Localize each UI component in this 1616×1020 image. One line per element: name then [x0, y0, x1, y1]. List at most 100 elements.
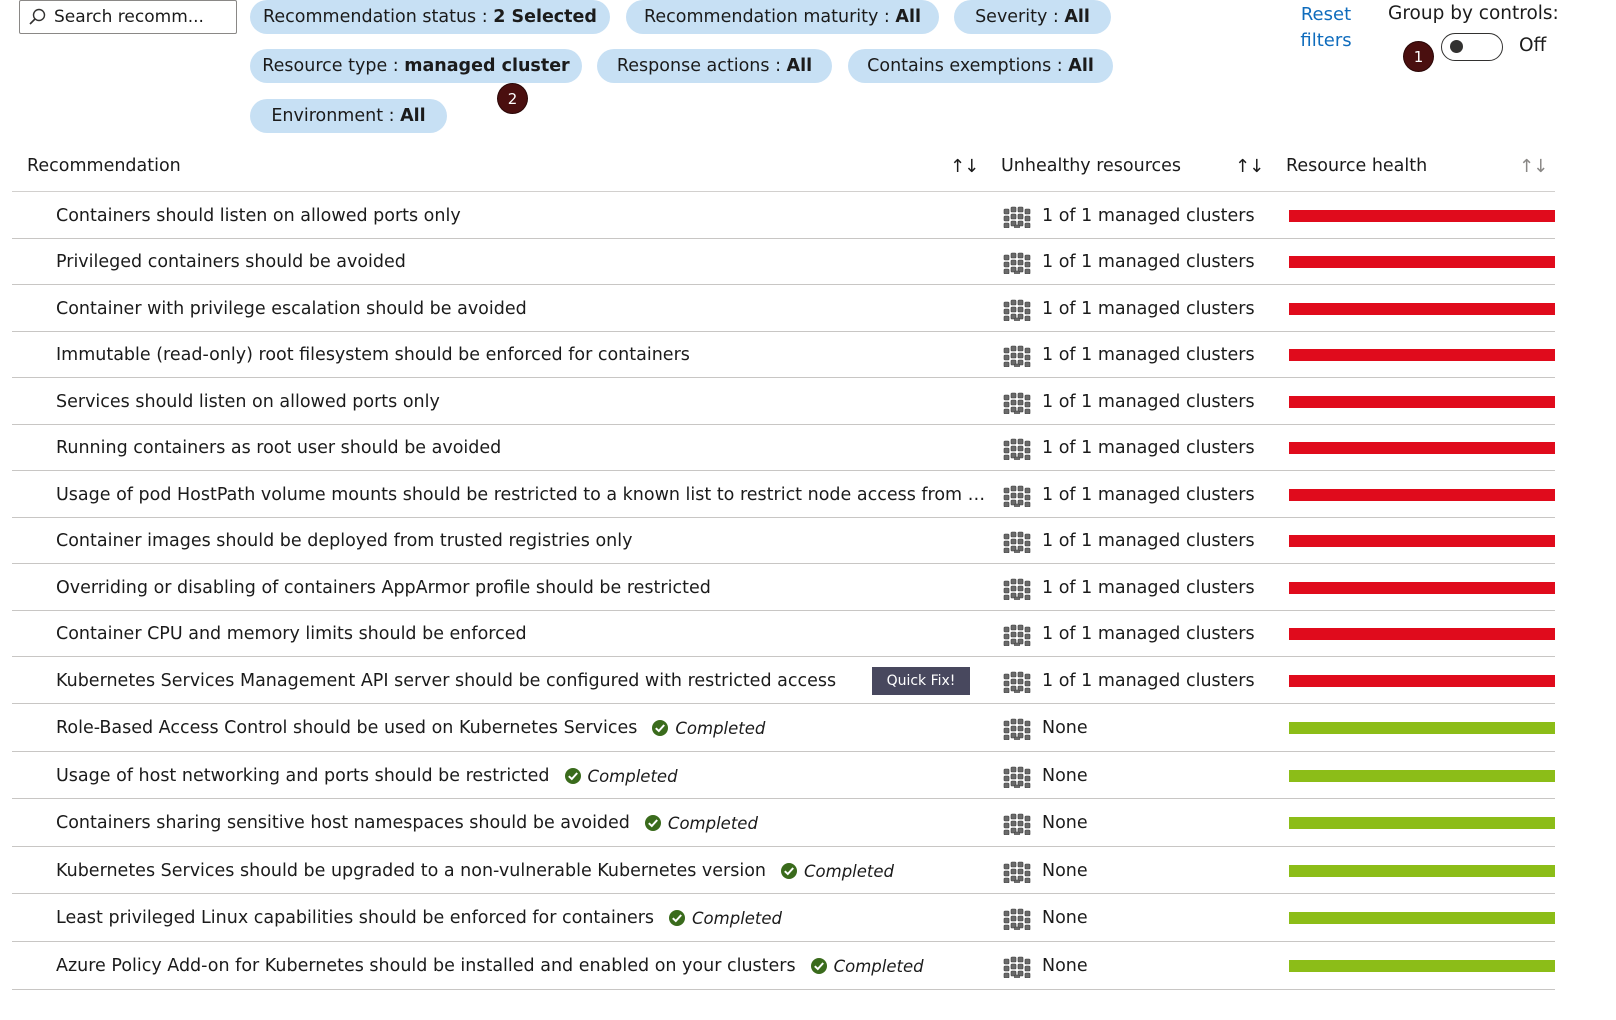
filter-label: Severity :: [975, 7, 1059, 27]
unhealthy-resources-text: 1 of 1 managed clusters: [1042, 392, 1255, 412]
table-row[interactable]: Services should listen on allowed ports …: [12, 378, 1555, 425]
filter-label: Response actions :: [616, 56, 781, 76]
table-row[interactable]: Role-Based Access Control should be used…: [12, 704, 1555, 752]
unhealthy-resources-text: None: [1042, 766, 1088, 786]
resource-health-bar: [1289, 770, 1555, 782]
table-row[interactable]: Running containers as root user should b…: [12, 425, 1555, 471]
table-row[interactable]: Kubernetes Services Management API serve…: [12, 657, 1555, 704]
unhealthy-resources-text: None: [1042, 861, 1088, 881]
search-input[interactable]: [54, 7, 224, 27]
unhealthy-resources-text: None: [1042, 718, 1088, 738]
table-row[interactable]: Containers should listen on allowed port…: [12, 192, 1555, 239]
unhealthy-resources-text: None: [1042, 956, 1088, 976]
quick-fix-button[interactable]: Quick Fix!: [872, 667, 970, 695]
recommendation-cell: Least privileged Linux capabilities shou…: [56, 906, 782, 930]
resource-health-bar: [1289, 960, 1555, 972]
managed-cluster-icon: [1000, 716, 1032, 740]
resource-health-bar: [1289, 349, 1555, 361]
resource-health-bar: [1289, 582, 1555, 594]
resource-health-bar: [1289, 256, 1555, 268]
unhealthy-resources-cell: 1 of 1 managed clusters: [1000, 576, 1255, 600]
table-row[interactable]: Overriding or disabling of containers Ap…: [12, 564, 1555, 611]
recommendation-cell: Running containers as root user should b…: [56, 436, 501, 460]
table-row[interactable]: Container with privilege escalation shou…: [12, 285, 1555, 332]
group-by-label: Group by controls:: [1388, 3, 1559, 24]
recommendation-cell: Usage of pod HostPath volume mounts shou…: [56, 483, 986, 507]
checkmark-circle-icon: [651, 719, 669, 737]
unhealthy-resources-cell: None: [1000, 906, 1088, 930]
recommendation-name: Container with privilege escalation shou…: [56, 299, 527, 319]
table-row[interactable]: Usage of host networking and ports shoul…: [12, 752, 1555, 799]
filter-response-actions[interactable]: Response actions : All: [597, 49, 832, 83]
table-row[interactable]: Kubernetes Services should be upgraded t…: [12, 847, 1555, 894]
recommendation-name: Kubernetes Services should be upgraded t…: [56, 861, 766, 881]
managed-cluster-icon: [1000, 811, 1032, 835]
unhealthy-resources-text: 1 of 1 managed clusters: [1042, 485, 1255, 505]
filter-label: Recommendation status :: [263, 7, 488, 27]
unhealthy-resources-text: None: [1042, 908, 1088, 928]
table-row[interactable]: Containers sharing sensitive host namesp…: [12, 799, 1555, 847]
completed-badge: Completed: [780, 862, 894, 881]
unhealthy-resources-text: 1 of 1 managed clusters: [1042, 252, 1255, 272]
unhealthy-resources-text: 1 of 1 managed clusters: [1042, 299, 1255, 319]
unhealthy-resources-cell: 1 of 1 managed clusters: [1000, 297, 1255, 321]
recommendation-name: Overriding or disabling of containers Ap…: [56, 578, 711, 598]
table-row[interactable]: Usage of pod HostPath volume mounts shou…: [12, 471, 1555, 518]
table-row[interactable]: Azure Policy Add-on for Kubernetes shoul…: [12, 942, 1555, 990]
recommendation-name: Services should listen on allowed ports …: [56, 392, 440, 412]
filter-contains-exemptions[interactable]: Contains exemptions : All: [848, 49, 1113, 83]
table-row[interactable]: Container CPU and memory limits should b…: [12, 611, 1555, 657]
resource-health-bar: [1289, 396, 1555, 408]
managed-cluster-icon: [1000, 859, 1032, 883]
filter-value: 2 Selected: [493, 7, 597, 27]
table-row[interactable]: Privileged containers should be avoided 1…: [12, 239, 1555, 285]
unhealthy-resources-cell: 1 of 1 managed clusters: [1000, 250, 1255, 274]
column-header-unhealthy-resources[interactable]: Unhealthy resources: [1001, 156, 1181, 176]
unhealthy-resources-cell: 1 of 1 managed clusters: [1000, 483, 1255, 507]
recommendation-name: Privileged containers should be avoided: [56, 252, 406, 272]
table-row[interactable]: Immutable (read-only) root filesystem sh…: [12, 332, 1555, 378]
resource-health-bar: [1289, 817, 1555, 829]
resource-health-bar: [1289, 912, 1555, 924]
resource-health-bar: [1289, 489, 1555, 501]
group-by-toggle[interactable]: [1441, 33, 1503, 61]
filter-value: managed cluster: [404, 56, 570, 76]
filter-resource-type[interactable]: Resource type : managed cluster: [250, 49, 582, 83]
unhealthy-resources-text: 1 of 1 managed clusters: [1042, 624, 1255, 644]
column-header-recommendation[interactable]: Recommendation: [27, 156, 181, 176]
unhealthy-resources-cell: 1 of 1 managed clusters: [1000, 529, 1255, 553]
recommendation-name: Usage of host networking and ports shoul…: [56, 766, 550, 786]
unhealthy-resources-cell: 1 of 1 managed clusters: [1000, 390, 1255, 414]
filter-environment[interactable]: Environment : All: [250, 99, 447, 133]
filter-recommendation-maturity[interactable]: Recommendation maturity : All: [626, 0, 939, 34]
search-box[interactable]: [19, 0, 237, 34]
managed-cluster-icon: [1000, 954, 1032, 978]
sort-icon[interactable]: ↑↓: [1235, 156, 1264, 177]
recommendation-name: Containers should listen on allowed port…: [56, 206, 461, 226]
completed-label: Completed: [667, 813, 758, 833]
filter-value: All: [1068, 56, 1094, 76]
table-row[interactable]: Least privileged Linux capabilities shou…: [12, 894, 1555, 942]
recommendation-name: Running containers as root user should b…: [56, 438, 502, 458]
managed-cluster-icon: [1000, 250, 1032, 274]
sort-icon[interactable]: ↑↓: [950, 156, 979, 177]
table-row[interactable]: Container images should be deployed from…: [12, 518, 1555, 564]
managed-cluster-icon: [1000, 436, 1032, 460]
unhealthy-resources-text: 1 of 1 managed clusters: [1042, 531, 1255, 551]
recommendation-name: Role-Based Access Control should be used…: [56, 718, 638, 738]
filter-severity[interactable]: Severity : All: [954, 0, 1111, 34]
recommendation-cell: Privileged containers should be avoided: [56, 250, 406, 274]
unhealthy-resources-cell: 1 of 1 managed clusters: [1000, 669, 1255, 693]
completed-badge: Completed: [564, 767, 678, 786]
filter-recommendation-status[interactable]: Recommendation status : 2 Selected: [250, 0, 610, 34]
recommendation-cell: Services should listen on allowed ports …: [56, 390, 440, 414]
unhealthy-resources-cell: None: [1000, 764, 1088, 788]
resource-health-bar: [1289, 303, 1555, 315]
unhealthy-resources-cell: None: [1000, 859, 1088, 883]
managed-cluster-icon: [1000, 622, 1032, 646]
sort-icon[interactable]: ↑↓: [1519, 156, 1548, 177]
column-header-resource-health[interactable]: Resource health: [1286, 156, 1427, 176]
resource-health-bar: [1289, 865, 1555, 877]
checkmark-circle-icon: [644, 814, 662, 832]
reset-filters-link[interactable]: Reset filters: [1290, 2, 1362, 54]
